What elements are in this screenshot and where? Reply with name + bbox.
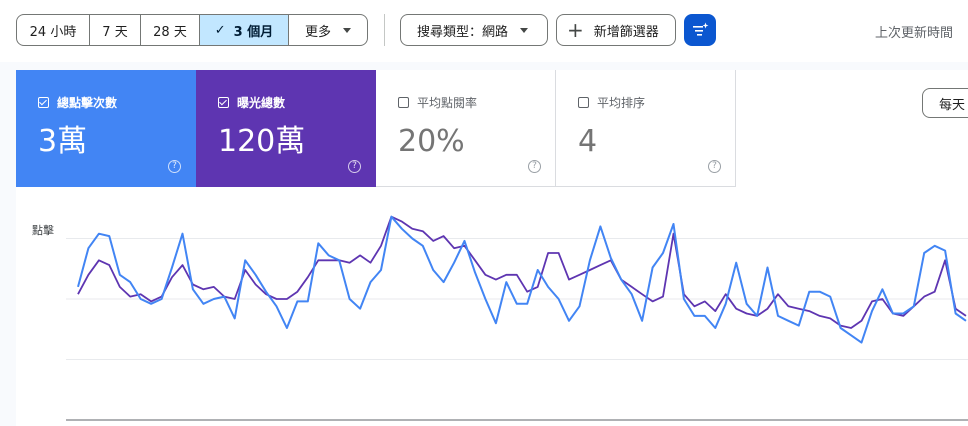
last-update-text: 上次更新時間: [875, 26, 954, 41]
add-filter-button[interactable]: + 新增篩選器: [556, 14, 676, 46]
chevron-down-icon: [343, 27, 351, 33]
check-icon: ✓: [214, 22, 226, 38]
range-24h-button[interactable]: 24 小時: [17, 15, 90, 45]
performance-card: 總點擊次數 3萬 ? 曝光總數 120萬 ? 平均點閱率 20% ? 平均排序 …: [16, 70, 968, 426]
filter-sparkle-icon: [693, 22, 709, 36]
range-7d-button[interactable]: 7 天: [90, 15, 141, 45]
plus-icon: +: [567, 18, 584, 42]
performance-chart: [66, 215, 968, 421]
range-28d-button[interactable]: 28 天: [141, 15, 200, 45]
performance-panel: 總點擊次數 3萬 ? 曝光總數 120萬 ? 平均點閱率 20% ? 平均排序 …: [0, 62, 968, 426]
impressions-series-line: [77, 215, 967, 329]
search-type-dropdown[interactable]: 搜尋類型：網路: [400, 14, 548, 46]
clicks-series-line: [77, 215, 967, 344]
toolbar: 24 小時 7 天 28 天 ✓ 3 個月 更多 搜尋類型：網路 + 新增篩選器…: [0, 0, 968, 62]
chevron-down-icon: [520, 27, 529, 33]
filter-sparkle-button[interactable]: [684, 14, 716, 46]
toolbar-divider: [384, 14, 385, 46]
range-more-button[interactable]: 更多: [289, 15, 367, 45]
date-range-selector: 24 小時 7 天 28 天 ✓ 3 個月 更多: [16, 14, 368, 46]
range-3m-button[interactable]: ✓ 3 個月: [200, 15, 289, 45]
